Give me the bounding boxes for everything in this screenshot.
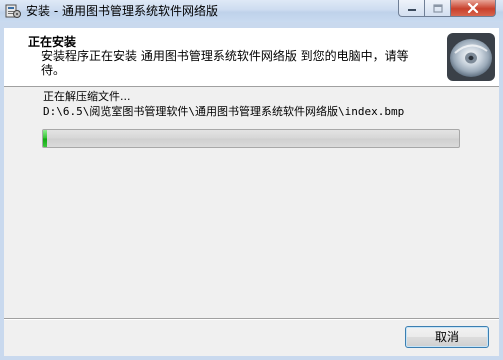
minimize-button[interactable] xyxy=(398,0,425,17)
maximize-icon xyxy=(432,3,443,13)
wizard-body: 正在安装 安装程序正在安装 通用图书管理系统软件网络版 到您的电脑中，请等待。 … xyxy=(4,28,499,356)
title-bar[interactable]: 安装 - 通用图书管理系统软件网络版 xyxy=(0,0,503,22)
progress-fill xyxy=(43,130,47,147)
close-button[interactable] xyxy=(450,0,496,17)
cancel-button[interactable]: 取消 xyxy=(405,326,489,348)
window-title: 安装 - 通用图书管理系统软件网络版 xyxy=(26,4,218,18)
close-icon xyxy=(467,3,479,13)
status-text: 正在解压缩文件... xyxy=(43,90,131,103)
minimize-icon xyxy=(407,9,416,11)
page-title: 正在安装 xyxy=(28,35,77,49)
install-disc-icon xyxy=(447,33,495,81)
setup-icon[interactable] xyxy=(5,3,21,19)
maximize-button[interactable] xyxy=(424,0,451,17)
page-description: 安装程序正在安装 通用图书管理系统软件网络版 到您的电脑中，请等待。 xyxy=(41,49,409,77)
wizard-header: 正在安装 安装程序正在安装 通用图书管理系统软件网络版 到您的电脑中，请等待。 xyxy=(4,28,499,87)
install-progress-bar xyxy=(42,129,460,148)
footer-divider xyxy=(4,318,499,320)
current-file-path: D:\6.5\阅览室图书管理软件\通用图书管理系统软件网络版\index.bmp xyxy=(43,105,405,118)
